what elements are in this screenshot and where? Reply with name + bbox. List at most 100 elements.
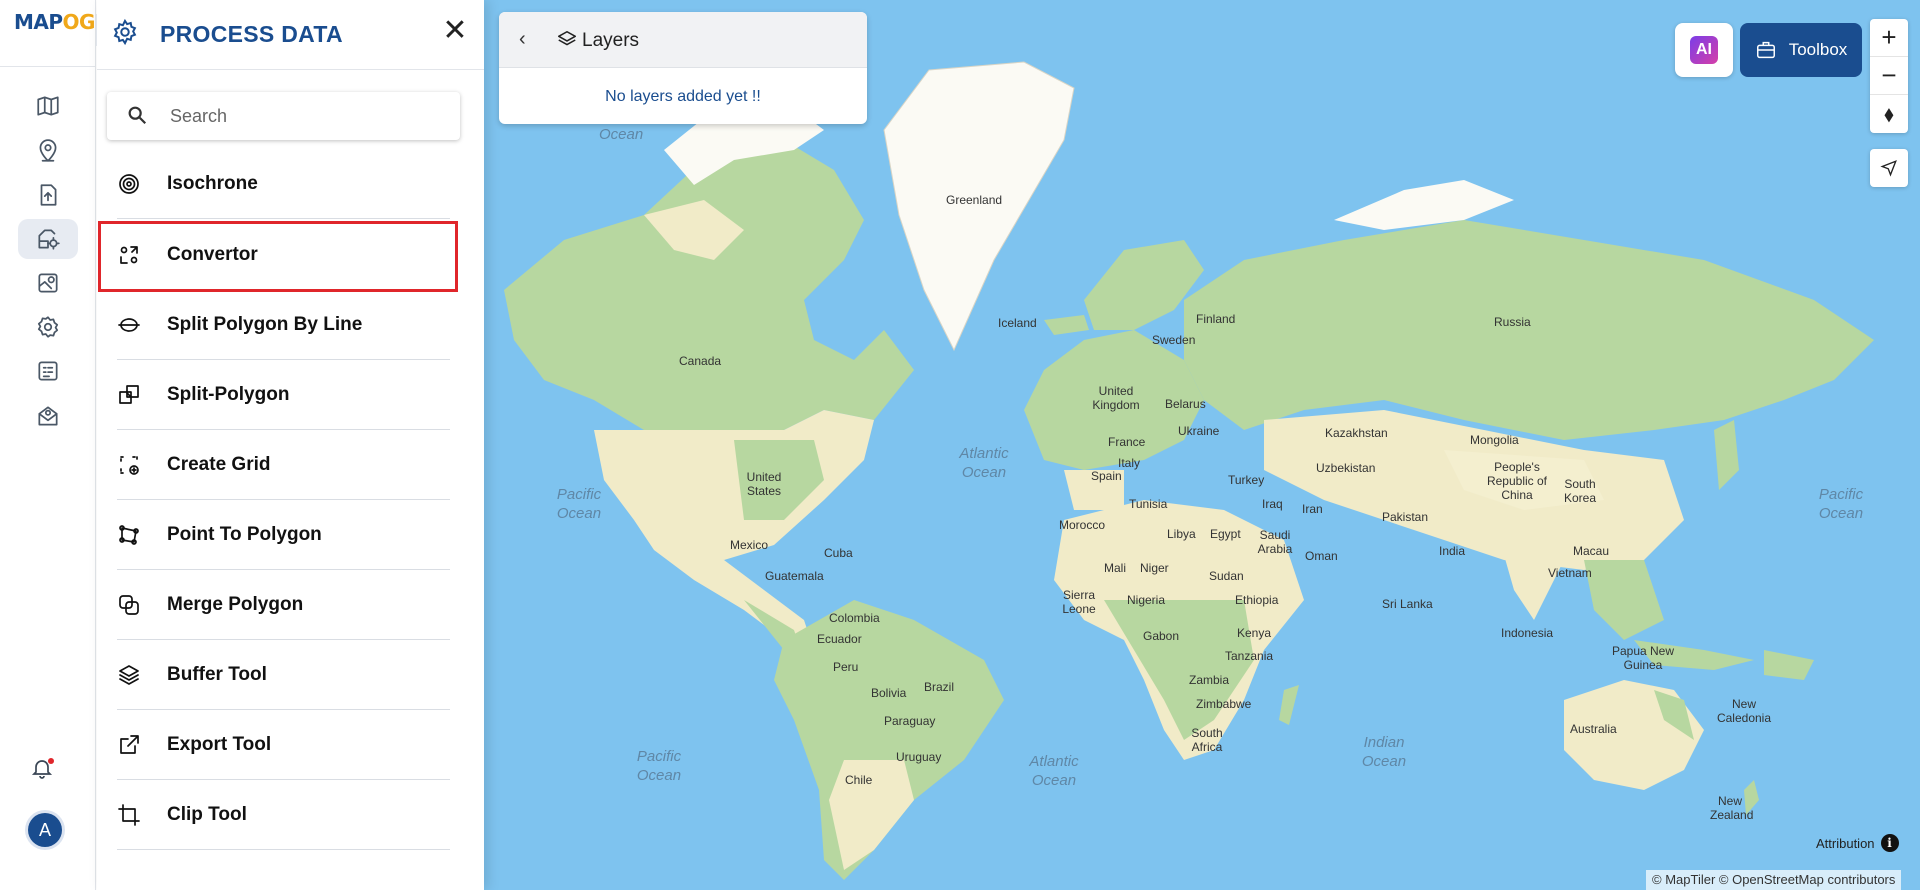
- tool-label: Create Grid: [167, 454, 271, 475]
- zoom-in-button[interactable]: +: [1870, 19, 1908, 57]
- chevron-left-icon[interactable]: ‹: [519, 28, 526, 51]
- country-label: Tanzania: [1225, 649, 1274, 663]
- country-label: Indonesia: [1501, 626, 1554, 640]
- tool-label: Clip Tool: [167, 804, 247, 825]
- country-label: Cuba: [824, 546, 853, 560]
- tool-create-grid[interactable]: Create Grid: [117, 430, 450, 500]
- split-polygon-by-line-icon: [117, 313, 141, 337]
- country-label: Australia: [1570, 722, 1617, 736]
- world-map[interactable]: Ocean Pacific Ocean Atlantic Ocean Pacif…: [484, 0, 1920, 890]
- country-label: Libya: [1167, 527, 1196, 541]
- country-label: Canada: [679, 354, 722, 368]
- country-label: Spain: [1091, 469, 1122, 483]
- tool-label: Split-Polygon: [167, 384, 290, 405]
- country-label: Greenland: [946, 193, 1003, 207]
- zoom-out-button[interactable]: −: [1870, 57, 1908, 95]
- tool-split-polygon-by-line[interactable]: Split Polygon By Line: [117, 290, 450, 360]
- mapog-logo[interactable]: MAPOG: [14, 10, 95, 34]
- country-label: United Kingdom: [1092, 384, 1140, 412]
- country-label: Mongolia: [1470, 433, 1519, 447]
- layers-panel: ‹ Layers No layers added yet !!: [499, 12, 867, 124]
- country-label: Ukraine: [1178, 424, 1220, 438]
- tool-label: Convertor: [167, 244, 258, 265]
- country-label: Iceland: [998, 316, 1037, 330]
- country-label: Gabon: [1143, 629, 1180, 643]
- create-grid-icon: [117, 453, 141, 477]
- country-label: Paraguay: [884, 714, 936, 728]
- process-data-icon[interactable]: [18, 219, 78, 259]
- country-label: United States: [746, 470, 782, 498]
- country-label: Kenya: [1237, 626, 1272, 640]
- tool-label: Export Tool: [167, 734, 272, 755]
- tool-label: Point To Polygon: [167, 524, 322, 545]
- country-label: Turkey: [1228, 473, 1265, 487]
- country-label: Sweden: [1152, 333, 1196, 347]
- tool-merge-polygon[interactable]: Merge Polygon: [117, 570, 450, 640]
- country-label: New Caledonia: [1716, 697, 1772, 725]
- info-icon[interactable]: i: [1880, 834, 1899, 852]
- panel-header: PROCESS DATA ✕: [97, 0, 484, 70]
- layers-empty-message: No layers added yet !!: [605, 88, 761, 105]
- country-label: Belarus: [1165, 397, 1206, 411]
- country-label: Peru: [833, 660, 859, 674]
- ocean-label: Ocean: [599, 126, 644, 143]
- tool-split-polygon[interactable]: Split-Polygon: [117, 360, 450, 430]
- tool-isochrone[interactable]: Isochrone: [117, 149, 450, 219]
- map-icon[interactable]: [18, 86, 78, 126]
- tool-point-to-polygon[interactable]: Point To Polygon: [117, 500, 450, 570]
- country-label: Mali: [1104, 561, 1127, 575]
- notification-bell-icon[interactable]: [30, 756, 60, 786]
- country-label: Egypt: [1210, 527, 1241, 541]
- process-data-panel: PROCESS DATA ✕ Isochrone Convertor Split…: [97, 0, 484, 890]
- country-label: Vietnam: [1548, 566, 1592, 580]
- avatar[interactable]: A: [28, 813, 62, 847]
- country-label: Nigeria: [1127, 593, 1166, 607]
- briefcase-icon: [1756, 41, 1775, 59]
- search-input[interactable]: [170, 105, 440, 127]
- attribution-control[interactable]: Attribution i: [1816, 834, 1899, 852]
- country-label: Ethiopia: [1235, 593, 1279, 607]
- tool-convertor[interactable]: Convertor: [117, 220, 450, 290]
- contact-icon[interactable]: [18, 396, 78, 436]
- merge-polygon-icon: [117, 593, 141, 617]
- country-label: Uzbekistan: [1316, 461, 1376, 475]
- country-label: Brazil: [924, 680, 955, 694]
- map-settings-icon[interactable]: [18, 263, 78, 303]
- ocean-label: Pacific Ocean: [556, 486, 602, 522]
- close-icon[interactable]: ✕: [440, 16, 470, 46]
- country-label: Kazakhstan: [1325, 426, 1388, 440]
- country-label: Iran: [1302, 502, 1323, 516]
- country-label: India: [1439, 544, 1466, 558]
- tool-export[interactable]: Export Tool: [117, 710, 450, 780]
- country-label: Sri Lanka: [1382, 597, 1433, 611]
- locate-button[interactable]: [1870, 149, 1908, 187]
- tool-search[interactable]: [107, 92, 460, 140]
- map-copyright: © MapTiler © OpenStreetMap contributors: [1646, 870, 1902, 890]
- country-label: Saudi Arabia: [1257, 528, 1293, 556]
- compass-icon[interactable]: ⬧: [1870, 95, 1908, 133]
- settings-icon[interactable]: [18, 307, 78, 347]
- tool-clip[interactable]: Clip Tool: [117, 780, 450, 850]
- country-label: Morocco: [1059, 518, 1106, 532]
- ocean-label: Pacific Ocean: [1818, 486, 1864, 522]
- tool-buffer[interactable]: Buffer Tool: [117, 640, 450, 710]
- upload-icon[interactable]: [18, 175, 78, 215]
- report-icon[interactable]: [18, 351, 78, 391]
- tool-label: Buffer Tool: [167, 664, 267, 685]
- isochrone-icon: [117, 172, 141, 196]
- country-label: Zimbabwe: [1196, 697, 1252, 711]
- layers-header: ‹ Layers: [499, 12, 867, 68]
- country-label: Sudan: [1209, 569, 1244, 583]
- location-pin-icon[interactable]: [18, 131, 78, 171]
- country-label: Ecuador: [817, 632, 862, 646]
- country-label: Sierra Leone: [1062, 588, 1096, 616]
- country-label: South Africa: [1191, 726, 1223, 754]
- country-label: Pakistan: [1382, 510, 1429, 524]
- navigation-arrow-icon: [1880, 160, 1897, 177]
- rail-divider: [0, 66, 96, 67]
- ai-assistant-button[interactable]: AI: [1675, 23, 1733, 77]
- tool-label: Split Polygon By Line: [167, 314, 363, 335]
- zoom-control: + − ⬧: [1870, 19, 1908, 133]
- attribution-label: Attribution: [1816, 835, 1875, 851]
- toolbox-button[interactable]: Toolbox: [1740, 23, 1862, 77]
